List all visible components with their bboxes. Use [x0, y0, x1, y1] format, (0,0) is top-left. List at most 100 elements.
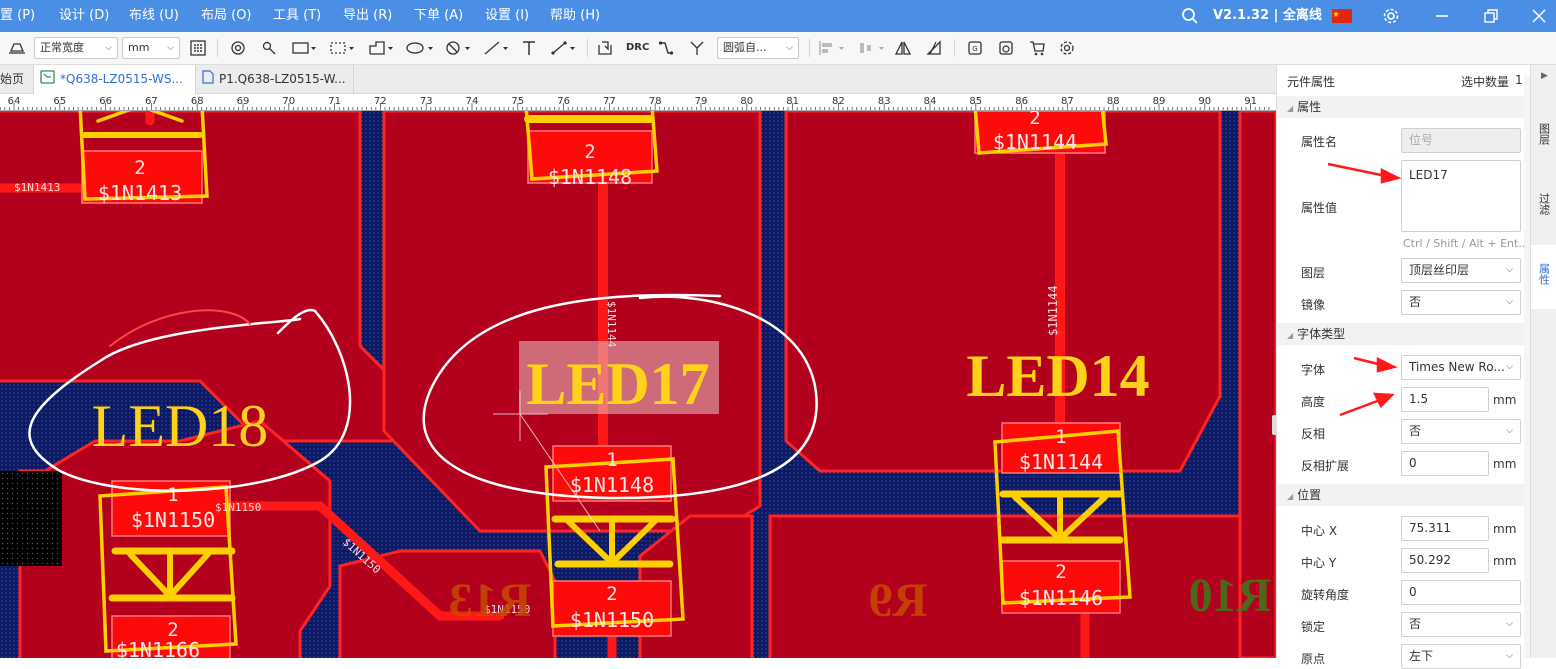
order-icon[interactable]: [1026, 37, 1048, 59]
side-tab-filter[interactable]: 过滤: [1531, 177, 1556, 237]
menu-settings[interactable]: 设置 (I): [485, 0, 529, 32]
arrowhead: [1372, 392, 1395, 409]
section-attributes[interactable]: ◢ 属性: [1277, 96, 1531, 118]
distribute-icon[interactable]: [856, 37, 888, 59]
section-position[interactable]: ◢ 位置: [1277, 484, 1531, 506]
arrow-to-height: [1339, 398, 1381, 417]
line-width-icon[interactable]: [6, 37, 28, 59]
tab-start-page[interactable]: 始页: [0, 65, 34, 94]
minimize-icon[interactable]: [1431, 0, 1453, 32]
pad-icon[interactable]: [227, 37, 249, 59]
layer-select[interactable]: 顶层丝印层 ⌵: [1401, 258, 1521, 283]
side-tab-layers[interactable]: 图层: [1531, 113, 1556, 173]
line-width-select[interactable]: 正常宽度 ⌵: [34, 37, 118, 59]
arrow-to-attr-value: [1327, 162, 1387, 178]
3d-view-icon[interactable]: G: [964, 37, 986, 59]
designator-led17[interactable]: LED17: [526, 351, 709, 417]
center-y-input[interactable]: 50.292: [1401, 548, 1489, 573]
dimension-icon[interactable]: [548, 37, 578, 59]
chevron-down-icon: ⌵: [786, 43, 793, 53]
center-x-input[interactable]: 75.311: [1401, 516, 1489, 541]
annotation-arrows: [1327, 162, 1402, 417]
section-label: 属性: [1297, 100, 1322, 114]
line-icon[interactable]: [481, 37, 511, 59]
unit-value: mm: [128, 41, 150, 54]
tab-label: *Q638-LZ0515-WS...: [60, 72, 183, 86]
attr-name-value: 位号: [1409, 133, 1434, 147]
net-label: $1N1150: [215, 501, 261, 514]
flip-vertical-icon[interactable]: [923, 37, 945, 59]
toolbar-divider: [809, 39, 810, 57]
arc-mode-select[interactable]: 圆弧自... ⌵: [717, 37, 799, 59]
settings-gear-icon[interactable]: [1056, 37, 1078, 59]
no-entry-icon[interactable]: [443, 37, 473, 59]
tab-panel[interactable]: P1.Q638-LZ0515-W...: [196, 65, 354, 94]
grid-icon[interactable]: [187, 37, 209, 59]
center-y-unit: mm: [1493, 554, 1517, 568]
unit-select[interactable]: mm ⌵: [122, 37, 180, 59]
text-icon[interactable]: [518, 37, 540, 59]
invert-select[interactable]: 否 ⌵: [1401, 419, 1521, 444]
designator-led18[interactable]: LED18: [92, 393, 269, 459]
invert-ext-value: 0: [1409, 456, 1417, 470]
gear-icon[interactable]: [1380, 0, 1402, 32]
menu-design[interactable]: 设计 (D): [59, 0, 109, 32]
pin-icon[interactable]: ▶: [1541, 71, 1548, 81]
via-icon[interactable]: [258, 37, 280, 59]
attr-name-label: 属性名: [1301, 135, 1338, 149]
side-tab-properties[interactable]: 属性: [1531, 245, 1556, 309]
mirror-select[interactable]: 否 ⌵: [1401, 290, 1521, 315]
dashed-select-icon[interactable]: [327, 37, 357, 59]
chevron-down-icon: ⌵: [1506, 297, 1513, 307]
route-icon[interactable]: [655, 37, 677, 59]
menu-help[interactable]: 帮助 (H): [550, 0, 600, 32]
black-area: [0, 471, 62, 566]
menu-tools[interactable]: 工具 (T): [273, 0, 321, 32]
designator-r13: R13: [449, 574, 532, 627]
chevron-down-icon: ⌵: [1506, 362, 1513, 372]
photo-view-icon[interactable]: [995, 37, 1017, 59]
ellipse-icon[interactable]: [404, 37, 436, 59]
import-icon[interactable]: [594, 37, 616, 59]
menu-order[interactable]: 下单 (A): [414, 0, 463, 32]
search-icon[interactable]: [1179, 0, 1201, 32]
drc-button[interactable]: DRC: [626, 37, 649, 59]
chevron-down-icon: ⌵: [1506, 651, 1513, 661]
pcb-file-icon: [40, 66, 55, 94]
designator-led14[interactable]: LED14: [966, 343, 1149, 409]
menu-bar: 置 (P) 设计 (D) 布线 (U) 布局 (O) 工具 (T) 导出 (R)…: [0, 0, 1556, 32]
pad-net: $1N1150: [131, 508, 215, 532]
tab-label: 始页: [0, 72, 25, 86]
align-icon[interactable]: [816, 37, 848, 59]
toolbar-divider: [954, 39, 955, 57]
font-select[interactable]: Times New Ro... ⌵: [1401, 355, 1521, 380]
menu-layout[interactable]: 布局 (O): [201, 0, 252, 32]
restore-icon[interactable]: [1480, 0, 1502, 32]
invert-ext-input[interactable]: 0: [1401, 451, 1489, 476]
pad-number: 2: [1055, 561, 1066, 583]
designator-r9: R9: [869, 574, 928, 627]
pad-number: 2: [1029, 111, 1040, 129]
flip-horizontal-icon[interactable]: [892, 37, 914, 59]
rect-select-icon[interactable]: [289, 37, 319, 59]
origin-select[interactable]: 左下 ⌵: [1401, 644, 1521, 669]
china-flag-icon[interactable]: [1331, 0, 1353, 32]
height-input[interactable]: 1.5: [1401, 387, 1489, 412]
close-icon[interactable]: [1528, 0, 1550, 32]
attr-value-textarea[interactable]: LED17: [1401, 160, 1521, 232]
menu-route[interactable]: 布线 (U): [129, 0, 179, 32]
pad-number: 1: [606, 449, 617, 471]
polygon-icon[interactable]: [366, 37, 396, 59]
lock-select[interactable]: 否 ⌵: [1401, 612, 1521, 637]
tab-pcb[interactable]: *Q638-LZ0515-WS...: [34, 65, 196, 94]
menu-export[interactable]: 导出 (R): [343, 0, 392, 32]
diff-route-icon[interactable]: [686, 37, 708, 59]
pcb-drawing[interactable]: 2 $1N1413 2 $1N1148 2 $1N1144 1 $1N1150 …: [0, 111, 1276, 658]
panel-collapse-handle[interactable]: [1272, 415, 1277, 435]
menu-place[interactable]: 置 (P): [0, 0, 35, 32]
arc-mode-value: 圆弧自...: [723, 41, 767, 54]
rotation-input[interactable]: 0: [1401, 580, 1521, 605]
attr-value-text: LED17: [1409, 168, 1448, 182]
chevron-down-icon: ⌵: [105, 43, 112, 53]
pcb-canvas[interactable]: 2 $1N1413 2 $1N1148 2 $1N1144 1 $1N1150 …: [0, 111, 1276, 658]
